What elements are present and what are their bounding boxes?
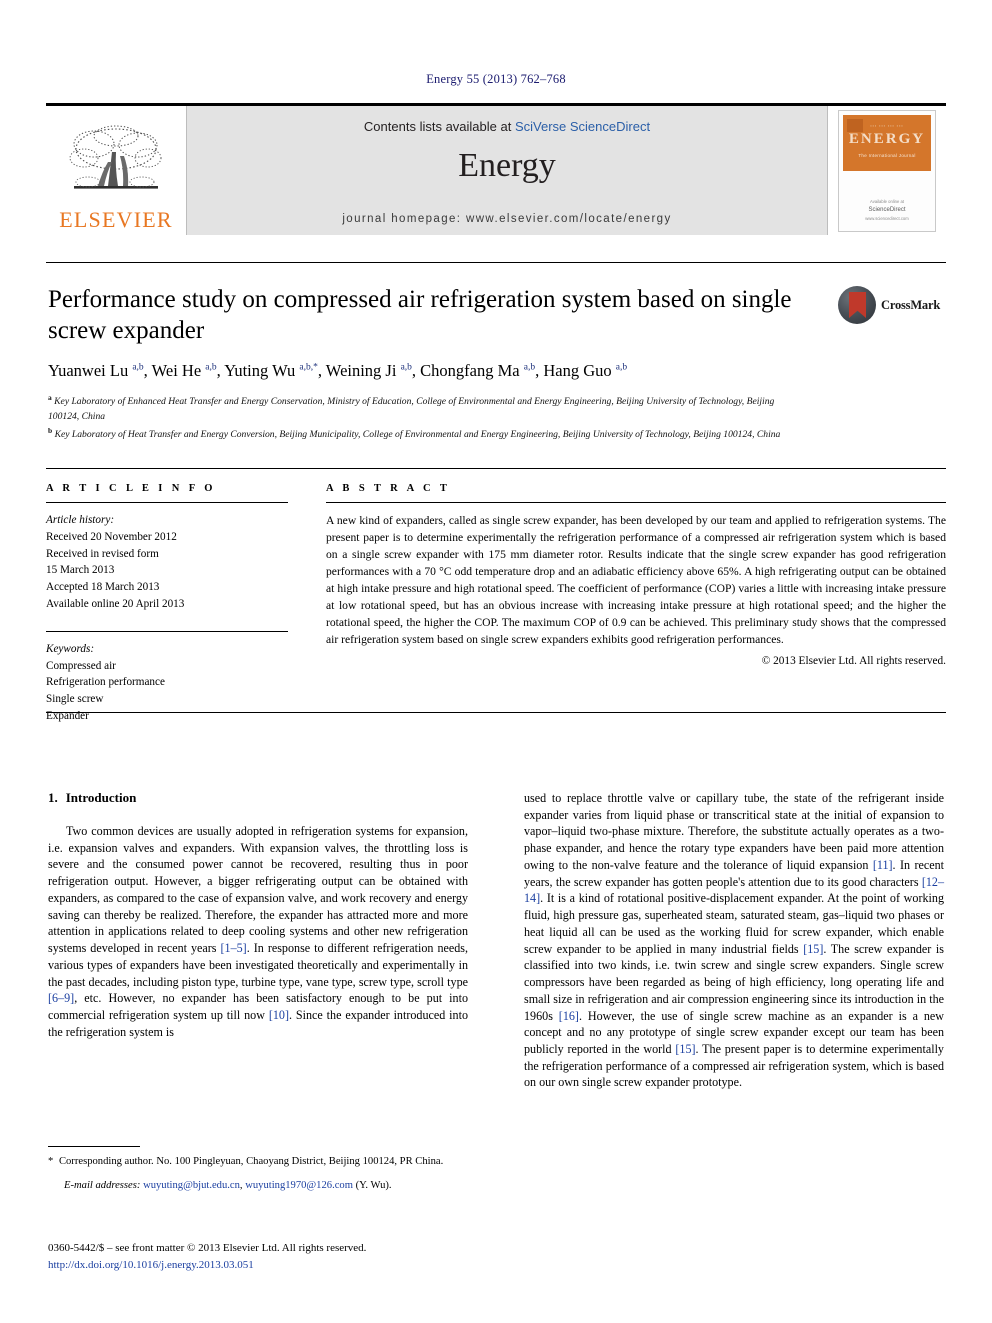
citation-15-first[interactable]: [15] bbox=[803, 942, 823, 956]
title-block: Performance study on compressed air refr… bbox=[48, 285, 838, 443]
crossmark-label: CrossMark bbox=[881, 297, 941, 312]
author-list: Yuanwei Lu a,b, Wei He a,b, Yuting Wu a,… bbox=[48, 361, 628, 380]
affiliation-b: b Key Laboratory of Heat Transfer and En… bbox=[48, 425, 781, 440]
article-history: Article history: Received 20 November 20… bbox=[46, 512, 288, 613]
cover-subtitle: The International Journal bbox=[858, 152, 916, 158]
article-info-underline bbox=[46, 502, 288, 503]
email-link-1[interactable]: wuyuting@bjut.edu.cn bbox=[143, 1180, 240, 1191]
elsevier-logo: ELSEVIER bbox=[46, 106, 186, 235]
article-info-heading: A R T I C L E I N F O bbox=[46, 483, 216, 494]
masthead-center-panel: Contents lists available at SciVerse Sci… bbox=[186, 106, 828, 235]
footnote-asterisk: * bbox=[48, 1156, 54, 1167]
abstract-text: A new kind of expanders, called as singl… bbox=[326, 514, 946, 647]
email-label: E-mail addresses: bbox=[64, 1180, 141, 1192]
history-item: Accepted 18 March 2013 bbox=[46, 581, 160, 594]
affiliation-a-text: Key Laboratory of Enhanced Heat Transfer… bbox=[48, 396, 775, 423]
corresponding-author-text: Corresponding author. No. 100 Pingleyuan… bbox=[56, 1156, 444, 1167]
affiliations: a Key Laboratory of Enhanced Heat Transf… bbox=[48, 392, 790, 442]
cover-footer-line2: ScienceDirect bbox=[868, 207, 906, 214]
column-gutter bbox=[288, 483, 326, 725]
article-info-column: A R T I C L E I N F O Article history: R… bbox=[46, 483, 288, 725]
elsevier-wordmark: ELSEVIER bbox=[59, 207, 173, 232]
issn-copyright-line: 0360-5442/$ – see front matter © 2013 El… bbox=[48, 1242, 367, 1254]
journal-homepage-link[interactable]: journal homepage: www.elsevier.com/locat… bbox=[187, 213, 827, 225]
keyword-item: Single screw bbox=[46, 693, 104, 706]
intro-paragraph-left: Two common devices are usually adopted i… bbox=[48, 823, 468, 1041]
abstract-copyright: © 2013 Elsevier Ltd. All rights reserved… bbox=[761, 655, 946, 668]
citation-6-9[interactable]: [6–9] bbox=[48, 991, 74, 1005]
history-item: Available online 20 April 2013 bbox=[46, 597, 185, 610]
cover-title: ENERGY bbox=[848, 130, 926, 147]
citation-10[interactable]: [10] bbox=[269, 1008, 289, 1022]
cover-footer: Available online at ScienceDirect www.sc… bbox=[839, 199, 935, 222]
crossmark-bookmark-shape bbox=[849, 292, 866, 318]
journal-masthead: ELSEVIER Contents lists available at Sci… bbox=[46, 103, 946, 235]
email-link-2[interactable]: wuyuting1970@126.com bbox=[245, 1180, 353, 1191]
doi-link[interactable]: http://dx.doi.org/10.1016/j.energy.2013.… bbox=[48, 1257, 478, 1274]
keyword-item: Expander bbox=[46, 709, 89, 722]
corresponding-author-note: * Corresponding author. No. 100 Pingleyu… bbox=[48, 1154, 468, 1169]
section-heading-introduction: 1. Introduction bbox=[48, 790, 468, 806]
abstract-underline bbox=[326, 502, 946, 503]
footnote-rule bbox=[48, 1146, 140, 1147]
email-suffix: (Y. Wu). bbox=[352, 1180, 392, 1192]
intro-text-1: Two common devices are usually adopted i… bbox=[48, 824, 468, 956]
colophon: 0360-5442/$ – see front matter © 2013 El… bbox=[48, 1240, 478, 1273]
email-note: E-mail addresses: wuyuting@bjut.edu.cn, … bbox=[48, 1178, 468, 1193]
sciencedirect-link[interactable]: SciVerse ScienceDirect bbox=[515, 119, 650, 134]
paper-page: Energy 55 (2013) 762–768 ELSEVIER Conten… bbox=[0, 0, 992, 1323]
running-head: Energy 55 (2013) 762–768 bbox=[426, 72, 566, 86]
affiliation-b-text: Key Laboratory of Heat Transfer and Ener… bbox=[54, 428, 781, 440]
history-item: 15 March 2013 bbox=[46, 564, 115, 577]
section-number: 1. bbox=[48, 790, 58, 805]
history-item: Received 20 November 2012 bbox=[46, 530, 177, 543]
crossmark-icon bbox=[838, 286, 876, 324]
cover-footer-line1: Available online at bbox=[870, 199, 904, 205]
body-column-left: 1. Introduction Two common devices are us… bbox=[48, 790, 468, 1091]
article-history-label: Article history: bbox=[46, 514, 115, 526]
info-abstract-band: A R T I C L E I N F O Article history: R… bbox=[46, 468, 946, 725]
affiliation-a: a Key Laboratory of Enhanced Heat Transf… bbox=[48, 393, 775, 423]
abstract-heading: A B S T R A C T bbox=[326, 483, 451, 494]
body-column-right: used to replace throttle valve or capill… bbox=[524, 790, 944, 1091]
cover-topic-row-top: ▪▪▪ ▪▪▪ ▪▪▪ ▪▪▪ bbox=[870, 123, 904, 128]
abstract-column: A B S T R A C T A new kind of expanders,… bbox=[326, 483, 946, 725]
footnote-block: * Corresponding author. No. 100 Pingleyu… bbox=[48, 1146, 468, 1193]
citation-1-5[interactable]: [1–5] bbox=[221, 941, 247, 955]
citation-15-second[interactable]: [15] bbox=[675, 1042, 695, 1056]
section-title-text: Introduction bbox=[65, 790, 137, 805]
page-title: Performance study on compressed air refr… bbox=[48, 286, 792, 344]
journal-title: Energy bbox=[458, 147, 556, 184]
citation-11[interactable]: [11] bbox=[873, 858, 893, 872]
body-columns: 1. Introduction Two common devices are us… bbox=[48, 790, 944, 1091]
elsevier-tree-icon bbox=[69, 125, 162, 189]
title-separator-rule bbox=[46, 262, 946, 263]
crossmark-badge[interactable]: CrossMark bbox=[838, 283, 940, 327]
intro-paragraph-right: used to replace throttle valve or capill… bbox=[524, 790, 944, 1091]
keywords-separator bbox=[46, 630, 288, 632]
keywords-label: Keywords: bbox=[46, 642, 95, 655]
contents-prefix: Contents lists available at bbox=[363, 119, 515, 134]
keyword-item: Compressed air bbox=[46, 659, 116, 672]
citation-16[interactable]: [16] bbox=[559, 1009, 579, 1023]
contents-available-line: Contents lists available at SciVerse Sci… bbox=[187, 106, 827, 134]
keyword-item: Refrigeration performance bbox=[46, 676, 165, 689]
body-gutter bbox=[468, 790, 524, 1091]
history-item: Received in revised form bbox=[46, 547, 159, 560]
band-bottom-rule bbox=[46, 712, 946, 713]
band-top-rule bbox=[46, 468, 946, 469]
cover-footer-line3: www.sciencedirect.com bbox=[865, 215, 909, 221]
journal-cover-thumbnail: ▪▪▪ ▪▪▪ ▪▪▪ ▪▪▪ ENERGY The International… bbox=[828, 106, 946, 235]
